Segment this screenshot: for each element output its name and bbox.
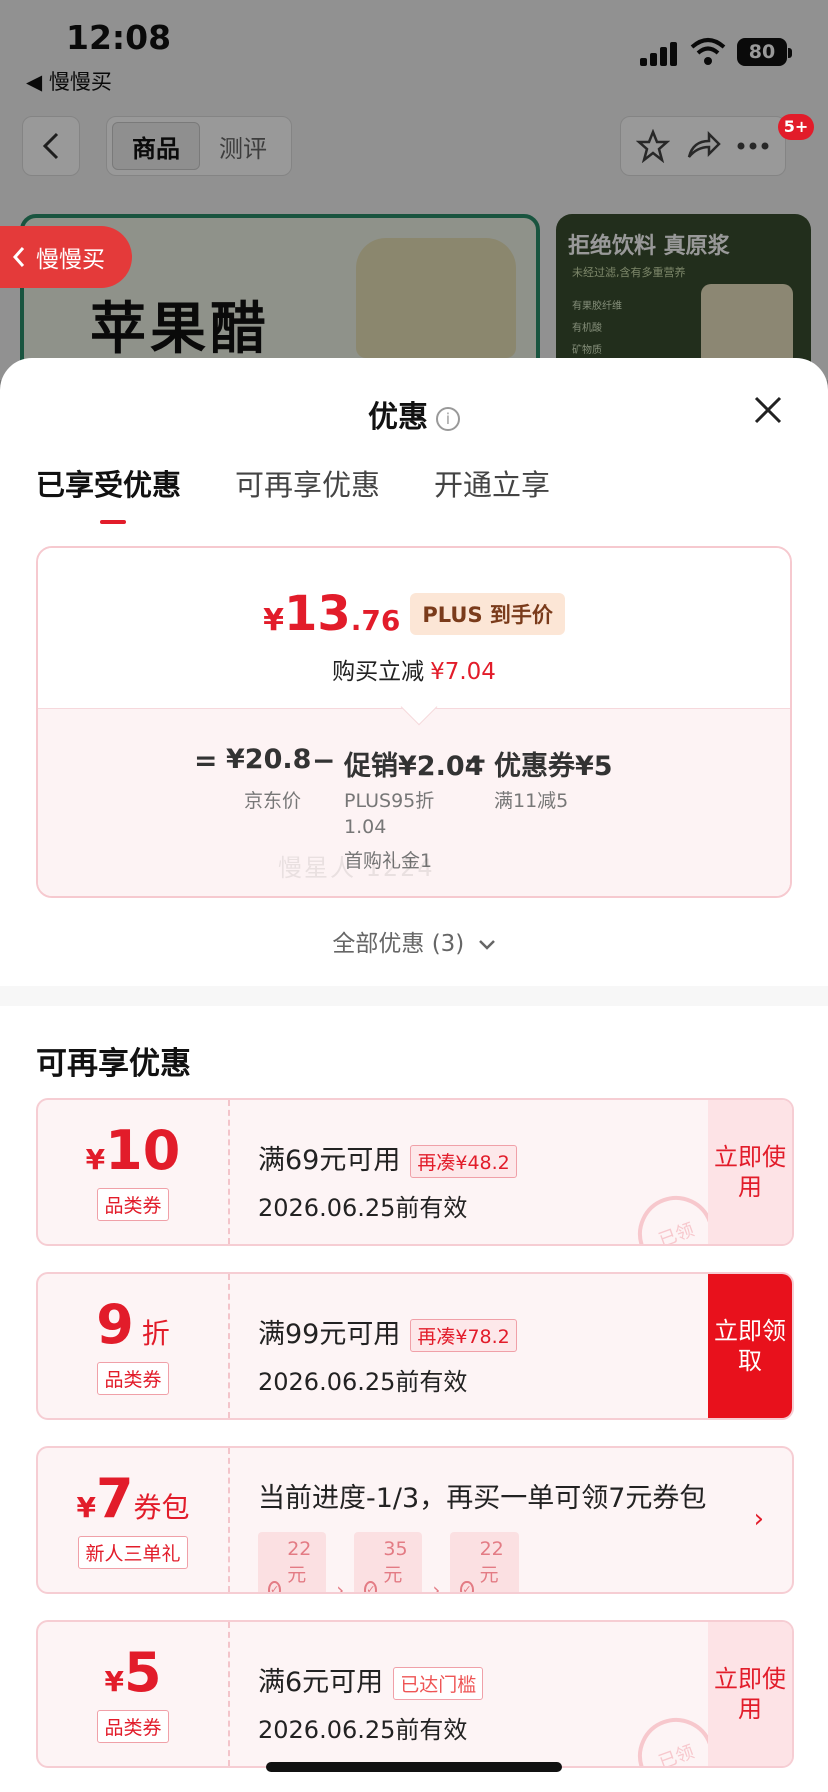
price-summary-card: ¥13.76 PLUS 到手价 购买立减 ¥7.04 = ¥20.8 − 促销¥2.… <box>36 546 792 898</box>
coupon-number: 5 <box>123 1640 162 1704</box>
chevron-left-icon <box>12 247 25 267</box>
check-circle-icon: ✓ <box>460 1580 474 1592</box>
tab-more-available[interactable]: 可再享优惠 <box>235 462 380 512</box>
coupon-condition-line: 满99元可用 再凑¥78.2 <box>258 1312 517 1352</box>
claim-now-button[interactable]: 立即领取 <box>708 1274 792 1418</box>
watermark: 慢星人 1224 <box>278 854 435 882</box>
final-price: ¥13.76 <box>263 586 400 642</box>
coupon-gap-tag: 再凑¥48.2 <box>410 1145 517 1178</box>
pack-progress-text: 当前进度-1/3，再买一单可领7元券包 <box>258 1483 707 1514</box>
all-deals-label: 全部优惠 (3) <box>332 931 465 957</box>
coupon-number: 7 <box>95 1466 134 1530</box>
price-decimal: .76 <box>350 604 401 637</box>
coupon-card[interactable]: ¥7券包 新人三单礼 当前进度-1/3，再买一单可领7元券包 ✓ 22元券包 › … <box>36 1446 794 1594</box>
price-currency: ¥ <box>263 603 284 638</box>
coupon-number: 9 <box>96 1292 134 1356</box>
equals-sign: = <box>194 744 218 777</box>
price-integer: 13 <box>283 586 351 642</box>
reduce-line: 购买立减 ¥7.04 <box>38 652 790 686</box>
coupon-amount: 优惠券¥5 <box>494 751 613 782</box>
discount-sheet: 优惠 i 已享受优惠 可再享优惠 开通立享 ¥13.76 PLUS 到手价 购买立减… <box>0 358 828 1792</box>
coupon-currency: ¥ <box>85 1142 106 1176</box>
pack-step-label: 35元券包 <box>383 1538 408 1592</box>
floating-back-label: 慢慢买 <box>36 247 105 273</box>
sheet-title-text: 优惠 <box>368 400 428 435</box>
pack-step: ✓ 22元券包 <box>258 1532 327 1592</box>
coupon-type: 品类券 <box>97 1709 169 1743</box>
coupon-value-block: 9折 品类券 <box>38 1274 230 1418</box>
coupon-value: 9折 <box>96 1297 170 1352</box>
coupon-unit: 折 <box>141 1316 170 1350</box>
use-now-button[interactable]: 立即使用 <box>708 1100 792 1244</box>
coupon-card[interactable]: ¥10 品类券 满69元可用 再凑¥48.2 2026.06.25前有效 已领 立… <box>36 1098 794 1246</box>
coupon-condition: 满99元可用 <box>258 1319 401 1350</box>
coupon-expiry: 2026.06.25前有效 <box>258 1368 468 1396</box>
final-price-line: ¥13.76 PLUS 到手价 <box>38 586 790 642</box>
chevron-right-icon: › <box>432 1577 441 1594</box>
reduce-amount: ¥7.04 <box>430 659 496 685</box>
chevron-right-icon: › <box>336 1577 345 1594</box>
notification-badge: 5+ <box>778 114 814 140</box>
coupon-type: 新人三单礼 <box>78 1535 188 1569</box>
coupon-currency: ¥ <box>76 1490 96 1524</box>
base-price-label: 京东价 <box>244 790 302 812</box>
tab-enjoyed[interactable]: 已享受优惠 <box>36 462 181 524</box>
coupon-value-block: ¥7券包 新人三单礼 <box>38 1448 230 1592</box>
check-circle-icon: ✓ <box>268 1580 282 1592</box>
coupon-type: 品类券 <box>97 1361 169 1395</box>
coupon-value-block: ¥10 品类券 <box>38 1100 230 1244</box>
minus-sign: − <box>464 744 488 777</box>
reduce-label: 购买立减 <box>332 659 425 685</box>
base-price: ¥20.8 <box>226 744 312 775</box>
close-icon[interactable] <box>752 394 784 426</box>
coupon-value: ¥7券包 <box>76 1471 190 1526</box>
tab-open-membership[interactable]: 开通立享 <box>434 462 550 512</box>
all-deals-toggle[interactable]: 全部优惠 (3) <box>0 924 828 958</box>
discount-tabs: 已享受优惠 可再享优惠 开通立享 <box>36 462 550 524</box>
pack-step-label: 22元券包 <box>479 1538 504 1592</box>
coupon-card[interactable]: ¥5 品类券 满6元可用 已达门槛 2026.06.25前有效 已领 立即使用 <box>36 1620 794 1768</box>
coupon-currency: ¥ <box>104 1664 124 1698</box>
coupon-value-block: ¥5 品类券 <box>38 1622 230 1766</box>
check-circle-icon: ✓ <box>364 1580 378 1592</box>
pack-step-label: 22元券包 <box>287 1538 312 1592</box>
use-now-button[interactable]: 立即使用 <box>708 1622 792 1766</box>
chevron-right-icon[interactable]: › <box>754 1504 764 1534</box>
coupon-expiry: 2026.06.25前有效 <box>258 1716 468 1744</box>
promo-detail: PLUS95折 <box>344 790 435 812</box>
coupon-unit: 券包 <box>133 1490 190 1524</box>
coupon-detail: 满11减5 <box>494 790 569 812</box>
sheet-title: 优惠 i <box>0 392 828 436</box>
chevron-down-icon <box>478 939 495 950</box>
coupon-type: 品类券 <box>97 1187 169 1221</box>
coupon-condition-line: 满69元可用 再凑¥48.2 <box>258 1138 517 1178</box>
promo-amount: 促销¥2.04 <box>344 751 484 782</box>
coupon-threshold-tag: 已达门槛 <box>393 1667 484 1700</box>
modal-overlay[interactable] <box>0 0 828 380</box>
plus-price-tag: PLUS 到手价 <box>410 593 565 635</box>
section-divider <box>0 986 828 1006</box>
home-indicator[interactable] <box>266 1762 562 1772</box>
pack-step: ✓ 35元券包 <box>354 1532 423 1592</box>
section-title: 可再享优惠 <box>36 1046 191 1082</box>
coupon-value: ¥5 <box>104 1645 161 1700</box>
coupon-number: 10 <box>105 1118 181 1182</box>
info-icon[interactable]: i <box>436 406 460 431</box>
coupon-condition: 满69元可用 <box>258 1145 401 1176</box>
coupon-value: ¥10 <box>85 1123 181 1178</box>
coupon-condition: 满6元可用 <box>258 1667 384 1698</box>
coupon-condition-line: 满6元可用 已达门槛 <box>258 1660 484 1700</box>
coupon-expiry: 2026.06.25前有效 <box>258 1194 468 1222</box>
promo-detail-value: 1.04 <box>344 816 387 838</box>
floating-back-button[interactable]: 慢慢买 <box>0 226 132 288</box>
minus-sign: − <box>312 744 336 777</box>
coupon-gap-tag: 再凑¥78.2 <box>410 1319 517 1352</box>
pack-steps: ✓ 22元券包 › ✓ 35元券包 › ✓ 22元券包 <box>258 1532 519 1594</box>
pack-step: ✓ 22元券包 <box>450 1532 519 1592</box>
coupon-card[interactable]: 9折 品类券 满99元可用 再凑¥78.2 2026.06.25前有效 立即领取 <box>36 1272 794 1420</box>
